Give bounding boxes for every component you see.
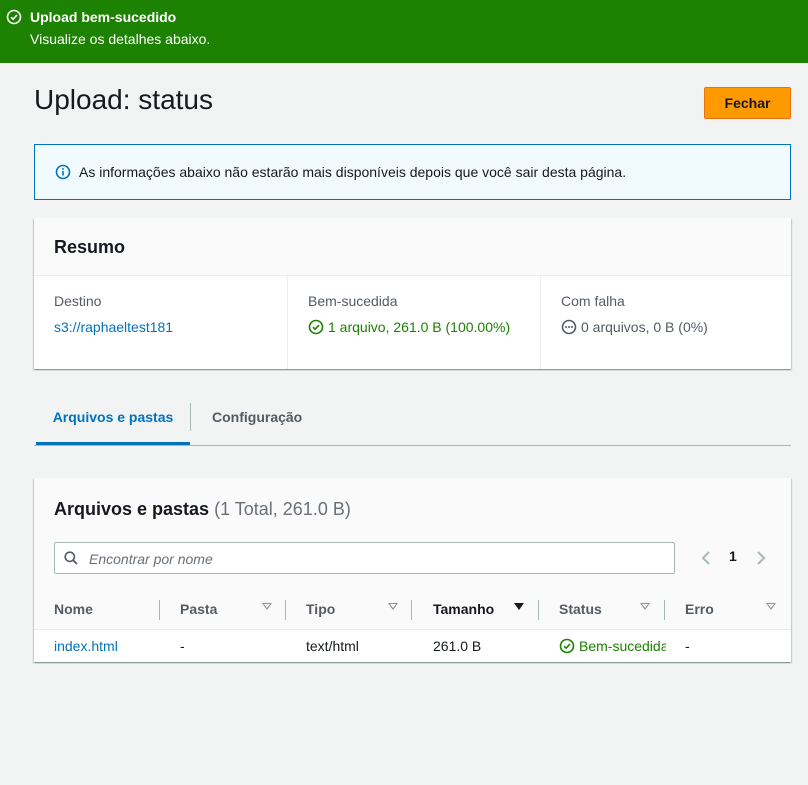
column-name[interactable]: Nome [54,590,93,629]
close-button[interactable]: Fechar [704,87,791,119]
check-circle-icon [559,638,575,654]
summary-title: Resumo [54,237,126,257]
tab-divider [190,403,191,431]
failed-column: Com falha 0 arquivos, 0 B (0%) [540,275,793,369]
files-table-container: Arquivos e pastas (1 Total, 261.0 B) 1 N… [34,478,791,662]
files-count: (1 Total, 261.0 B) [214,499,351,519]
tab-configuration[interactable]: Configuração [212,397,302,444]
succeeded-label: Bem-sucedida [308,293,398,309]
column-status-label: Status [559,601,602,617]
column-type-label: Tipo [306,601,336,617]
column-size-label: Tamanho [433,601,495,617]
files-title-text: Arquivos e pastas [54,499,210,519]
column-folder[interactable]: Pasta [180,590,276,629]
files-title: Arquivos e pastas (1 Total, 261.0 B) [54,499,351,520]
column-folder-label: Pasta [180,601,218,617]
destination-link[interactable]: s3://raphaeltest181 [54,319,173,335]
tab-bar: Arquivos e pastas Configuração [34,397,791,446]
column-separator[interactable] [538,600,539,620]
sort-caret-icon [766,603,776,610]
file-size: 261.0 B [433,638,482,654]
sort-caret-icon [388,603,398,610]
file-error: - [685,638,690,654]
chevron-right-icon[interactable] [755,550,767,566]
destination-column: Destino s3://raphaeltest181 [54,275,286,369]
column-separator[interactable] [411,600,412,620]
pending-icon [561,319,577,335]
check-circle-icon [308,319,324,335]
file-name-link[interactable]: index.html [54,630,118,662]
file-status: Bem-sucedida [559,630,666,662]
info-alert: As informações abaixo não estarão mais d… [34,144,791,200]
check-circle-icon [6,9,22,25]
info-alert-text: As informações abaixo não estarão mais d… [79,164,627,180]
search-input[interactable] [87,548,661,570]
table-row: index.html - text/html 261.0 B Bem-suced… [34,630,791,662]
column-separator[interactable] [664,600,665,620]
page-title: Upload: status [34,84,213,115]
succeeded-column: Bem-sucedida 1 arquivo, 261.0 B (100.00%… [287,275,560,369]
column-type[interactable]: Tipo [306,590,402,629]
chevron-left-icon[interactable] [700,550,712,566]
sort-caret-icon [514,603,524,610]
flash-title: Upload bem-sucedido [30,9,177,25]
files-header: Arquivos e pastas (1 Total, 261.0 B) 1 [34,478,791,590]
tab-files-and-folders[interactable]: Arquivos e pastas [36,397,190,445]
summary-header: Resumo [34,218,791,276]
column-separator[interactable] [159,600,160,620]
table-header: Nome Pasta Tipo Tamanho Status Erro [34,590,791,630]
column-error[interactable]: Erro [685,590,781,629]
succeeded-value: 1 arquivo, 261.0 B (100.00%) [308,319,510,335]
failed-value: 0 arquivos, 0 B (0%) [561,319,708,335]
flash-message: Visualize os detalhes abaixo. [30,31,211,47]
sort-caret-icon [640,603,650,610]
sort-caret-icon [262,603,272,610]
succeeded-value-text: 1 arquivo, 261.0 B (100.00%) [328,319,511,335]
search-icon [64,551,78,565]
file-folder: - [180,638,185,654]
info-icon [55,164,71,180]
file-status-text: Bem-sucedida [579,638,666,654]
failed-label: Com falha [561,293,625,309]
current-page[interactable]: 1 [729,548,737,564]
failed-value-text: 0 arquivos, 0 B (0%) [581,319,708,335]
search-field[interactable] [54,542,675,574]
column-error-label: Erro [685,601,714,617]
destination-label: Destino [54,293,102,309]
column-separator[interactable] [285,600,286,620]
success-flashbar: Upload bem-sucedido Visualize os detalhe… [0,0,808,63]
file-type: text/html [306,638,359,654]
summary-container: Resumo Destino s3://raphaeltest181 Bem-s… [34,218,791,369]
column-status[interactable]: Status [559,590,655,629]
column-size[interactable]: Tamanho [433,590,529,629]
